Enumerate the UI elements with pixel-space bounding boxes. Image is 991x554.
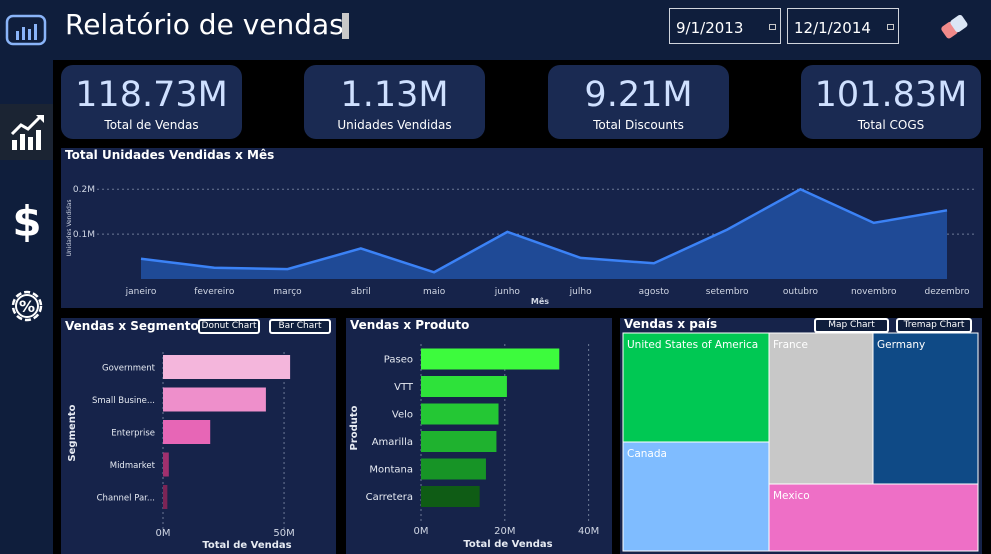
- y-tick-label: 0.1M: [73, 230, 95, 240]
- end-date-value: 12/1/2014: [794, 19, 871, 37]
- start-date-value: 9/1/2013: [676, 19, 744, 37]
- bar: [421, 403, 499, 425]
- calendar-icon[interactable]: [769, 24, 776, 30]
- kpi-value: 101.83M: [814, 75, 968, 115]
- bar: [163, 452, 169, 477]
- x-tick-label: junho: [494, 287, 521, 297]
- sales-by-segment-panel: Vendas x Segmento Donut Chart Bar Chart …: [61, 318, 336, 554]
- sales-by-product-panel: Vendas x Produto 0M 20M 40M Paseo VTT Velo Ama…: [346, 318, 612, 554]
- x-tick-label: outubro: [783, 287, 819, 297]
- sales-by-product-chart: 0M 20M 40M Paseo VTT Velo Amarilla Montana Carre…: [349, 344, 599, 550]
- category-label: VTT: [394, 382, 414, 393]
- series-area: [141, 189, 947, 279]
- treemap-label: France: [773, 339, 808, 351]
- bar: [421, 458, 486, 480]
- y-axis-label: Unidades Vendidas: [66, 199, 73, 256]
- kpi-units-sold: 1.13M Unidades Vendidas: [304, 65, 485, 139]
- x-tick-label: março: [273, 287, 302, 297]
- category-label: Amarilla: [372, 437, 413, 448]
- sales-by-segment-chart: 0M 50M Government Small Busine... Enterprise…: [67, 352, 295, 551]
- treemap-cell: [872, 332, 979, 485]
- kpi-label: Total COGS: [857, 118, 925, 132]
- x-axis-label: Total de Vendas: [463, 539, 552, 550]
- page-title: Relatório de vendas: [65, 8, 344, 41]
- start-date-input[interactable]: 9/1/2013: [669, 8, 781, 44]
- x-tick-label: setembro: [706, 287, 749, 297]
- kpi-total-discounts: 9.21M Total Discounts: [548, 65, 729, 139]
- calendar-icon[interactable]: [887, 24, 894, 30]
- kpi-total-sales: 118.73M Total de Vendas: [61, 65, 242, 139]
- kpi-label: Total Discounts: [593, 118, 684, 132]
- eraser-icon[interactable]: [936, 12, 972, 42]
- category-label: Montana: [369, 465, 413, 476]
- y-axis-label: Produto: [349, 405, 360, 450]
- bar: [421, 486, 480, 507]
- units-by-month-panel: Total Unidades Vendidas x Mês 0.1M 0.2M ja…: [61, 148, 983, 308]
- kpi-value: 118.73M: [75, 75, 228, 115]
- treemap-label: United States of America: [627, 339, 758, 351]
- x-axis-label: Total de Vendas: [202, 540, 291, 551]
- sales-by-country-treemap: United States of America Canada France Germ…: [622, 332, 979, 552]
- bar: [163, 355, 291, 379]
- svg-text:%: %: [18, 297, 34, 316]
- x-tick-label: novembro: [851, 287, 897, 297]
- x-tick-label: 0M: [414, 526, 429, 537]
- bar: [163, 485, 168, 509]
- treemap-label: Canada: [627, 448, 667, 460]
- category-label: Small Busine...: [92, 396, 155, 406]
- x-tick-label: abril: [351, 287, 371, 297]
- nav-discount[interactable]: %: [0, 278, 53, 334]
- kpi-value: 1.13M: [340, 75, 449, 115]
- title-cursor: [342, 13, 349, 39]
- chart-icon: [10, 114, 44, 150]
- bar: [163, 387, 266, 412]
- nav-dollar[interactable]: $: [0, 192, 53, 248]
- dollar-icon: $: [12, 198, 41, 242]
- kpi-label: Unidades Vendidas: [337, 118, 452, 132]
- category-label: Carretera: [366, 492, 413, 503]
- bar: [421, 431, 497, 452]
- x-tick-label: 50M: [273, 528, 294, 539]
- sales-by-country-panel: Vendas x país Map Chart Tremap Chart Uni…: [620, 317, 982, 554]
- x-tick-label: fevereiro: [194, 287, 235, 297]
- bar: [163, 420, 211, 444]
- top-bar: Relatório de vendas 9/1/2013 12/1/2014: [53, 0, 991, 60]
- x-tick-label: 40M: [578, 526, 599, 537]
- end-date-input[interactable]: 12/1/2014: [787, 8, 899, 44]
- y-axis-label: Segmento: [67, 404, 78, 461]
- treemap-label: Germany: [877, 339, 925, 351]
- x-tick-label: julho: [569, 287, 592, 297]
- dashboard-content: 118.73M Total de Vendas 1.13M Unidades V…: [53, 60, 991, 554]
- nav-sales-chart[interactable]: [0, 104, 53, 160]
- x-tick-label: 0M: [156, 528, 171, 539]
- sidebar: $ %: [0, 0, 53, 554]
- kpi-label: Total de Vendas: [104, 118, 199, 132]
- x-tick-label: 20M: [494, 526, 515, 537]
- percent-gear-icon: %: [11, 290, 42, 322]
- category-label: Enterprise: [111, 429, 155, 439]
- category-label: Government: [102, 364, 156, 374]
- x-tick-label: dezembro: [925, 287, 970, 297]
- x-tick-label: janeiro: [125, 287, 157, 297]
- kpi-value: 9.21M: [584, 75, 693, 115]
- kpi-total-cogs: 101.83M Total COGS: [801, 65, 981, 139]
- bar: [421, 376, 507, 397]
- category-label: Midmarket: [110, 461, 156, 471]
- category-label: Paseo: [384, 355, 413, 366]
- x-tick-label: agosto: [639, 287, 670, 297]
- x-tick-label: maio: [423, 287, 446, 297]
- report-logo-icon: [5, 14, 47, 46]
- svg-text:$: $: [12, 198, 41, 242]
- treemap-cell: [768, 332, 874, 485]
- category-label: Channel Par...: [97, 494, 155, 504]
- category-label: Velo: [392, 410, 413, 421]
- bar: [421, 348, 560, 370]
- x-axis-label: Mês: [531, 296, 549, 306]
- treemap-label: Mexico: [773, 490, 810, 502]
- units-by-month-chart: 0.1M 0.2M janeiro fevereiro março abril maio ju…: [66, 185, 977, 306]
- y-tick-label: 0.2M: [73, 185, 95, 195]
